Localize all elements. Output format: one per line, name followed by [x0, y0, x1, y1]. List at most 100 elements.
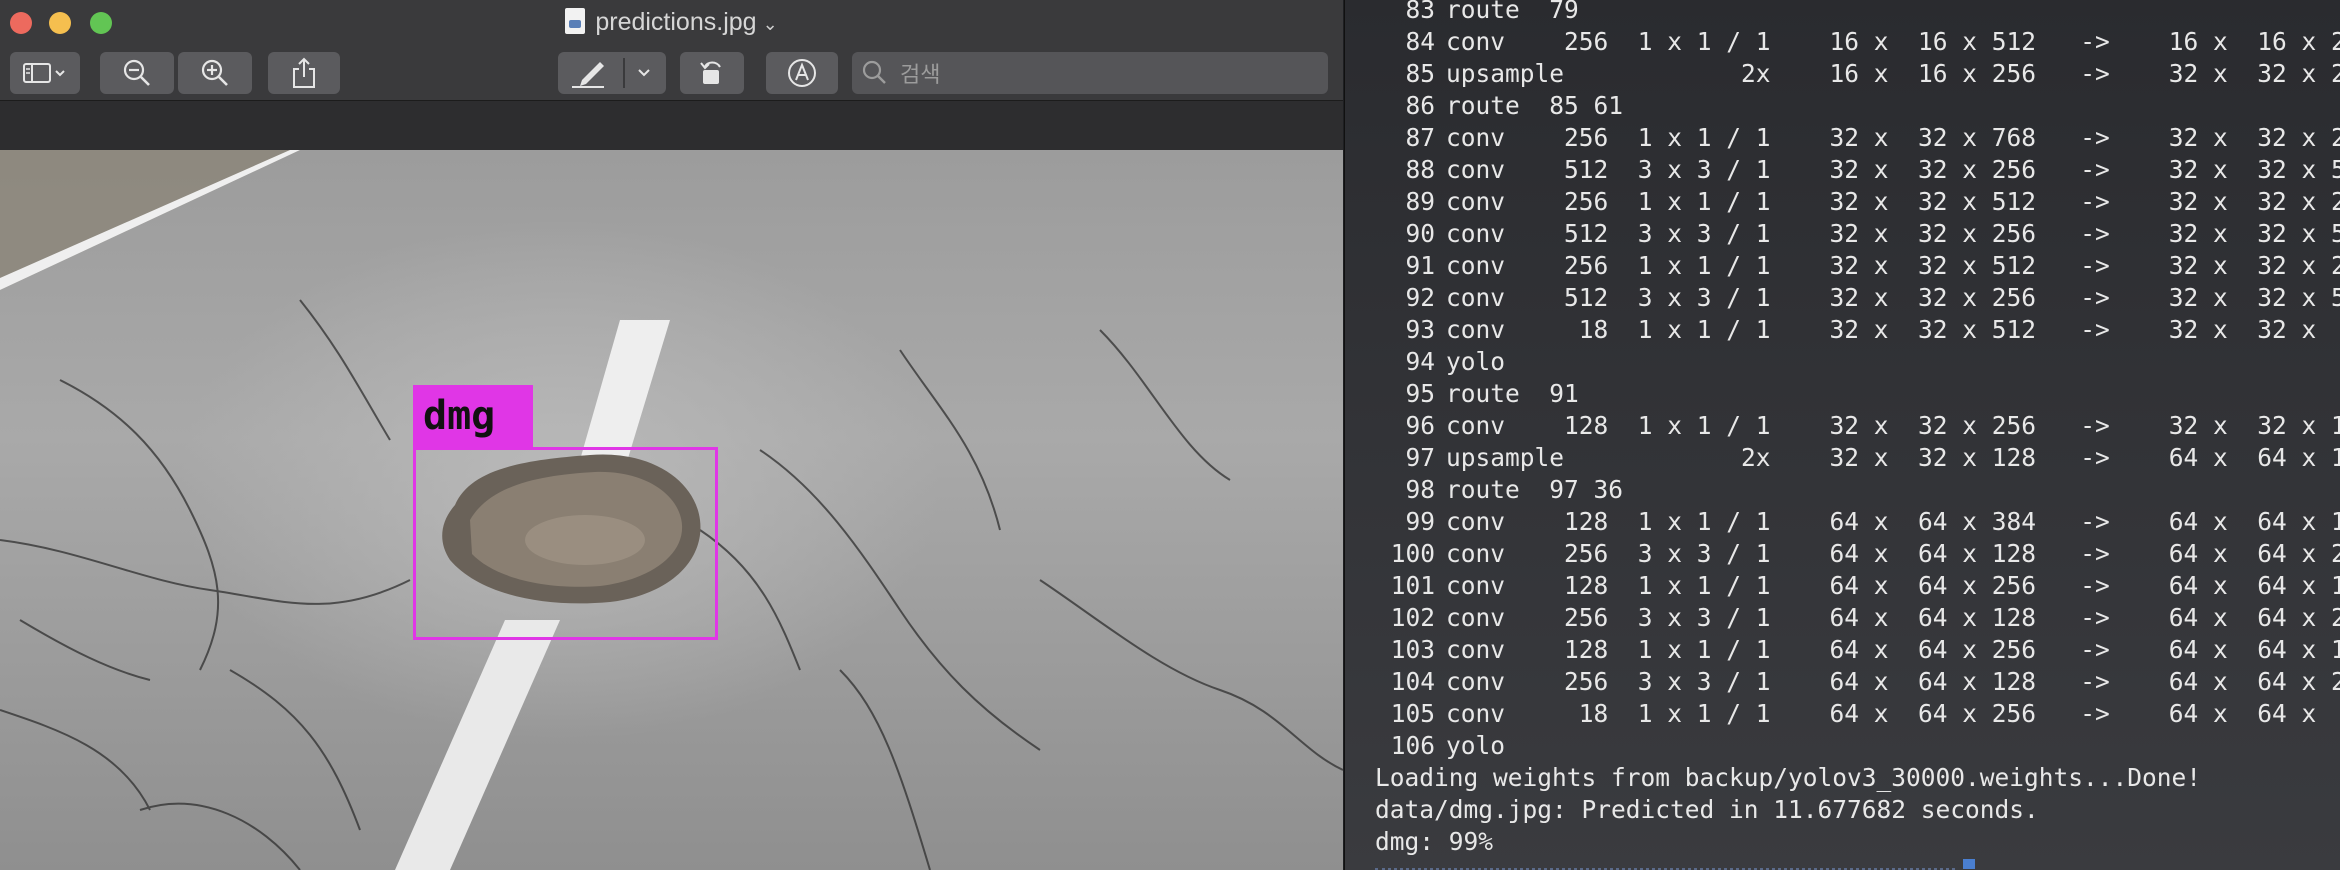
- terminal-window[interactable]: 83 route 79 84 conv 256 1 x 1 / 1 16 x 16 x…: [1344, 0, 2340, 870]
- layer-number: 96: [1405, 411, 1435, 440]
- layer-number: 102: [1390, 603, 1435, 632]
- detection-label: dmg: [413, 385, 533, 447]
- layer-description: conv 256 1 x 1 / 1 32 x 32 x 768 -> 32 x…: [1446, 123, 2340, 152]
- annotate-button[interactable]: [766, 52, 838, 94]
- layer-description: upsample 2x 32 x 32 x 128 -> 64 x 64 x 1…: [1446, 443, 2340, 472]
- search-placeholder: 검색: [900, 63, 941, 88]
- share-icon: [293, 57, 315, 88]
- layer-number: 98: [1405, 475, 1435, 504]
- layer-description: route 91: [1446, 379, 1579, 408]
- layer-description: conv 128 1 x 1 / 1 64 x 64 x 384 -> 64 x…: [1446, 507, 2340, 536]
- terminal-layer-line: 106 yolo: [1345, 730, 2340, 762]
- layer-number: 86: [1405, 91, 1435, 120]
- search-field[interactable]: 검색: [852, 52, 1328, 94]
- layer-description: conv 512 3 x 3 / 1 32 x 32 x 256 -> 32 x…: [1446, 283, 2340, 312]
- layer-description: conv 256 1 x 1 / 1 32 x 32 x 512 -> 32 x…: [1446, 187, 2340, 216]
- layer-number: 94: [1405, 347, 1435, 376]
- terminal-layer-line: 94 yolo: [1345, 346, 2340, 378]
- cursor-icon: [1963, 859, 1975, 869]
- layer-description: yolo: [1446, 347, 1506, 376]
- rotate-button[interactable]: [680, 52, 744, 94]
- layer-number: 106: [1390, 731, 1435, 760]
- toolbar: 검색: [0, 50, 1343, 101]
- terminal-layer-line: 91 conv 256 1 x 1 / 1 32 x 32 x 512 -> 32…: [1345, 250, 2340, 282]
- layer-number: 104: [1390, 667, 1435, 696]
- layer-description: conv 18 1 x 1 / 1 32 x 32 x 512 -> 32 x …: [1446, 315, 2340, 344]
- layer-description: route 85 61: [1446, 91, 1624, 120]
- layer-number: 103: [1390, 635, 1435, 664]
- layer-number: 84: [1405, 27, 1435, 56]
- terminal-layer-line: 101 conv 128 1 x 1 / 1 64 x 64 x 256 -> 6…: [1345, 570, 2340, 602]
- markup-button[interactable]: [558, 52, 666, 94]
- layer-description: conv 512 3 x 3 / 1 32 x 32 x 256 -> 32 x…: [1446, 155, 2340, 184]
- markup-pen-icon: [572, 58, 650, 88]
- terminal-message-line: Loading weights from backup/yolov3_30000…: [1375, 763, 2202, 792]
- terminal-layer-line: 105 conv 18 1 x 1 / 1 64 x 64 x 256 -> 64…: [1345, 698, 2340, 730]
- layer-description: conv 256 1 x 1 / 1 32 x 32 x 512 -> 32 x…: [1446, 251, 2340, 280]
- terminal-layer-line: 102 conv 256 3 x 3 / 1 64 x 64 x 128 -> 6…: [1345, 602, 2340, 634]
- terminal-layer-line: 99 conv 128 1 x 1 / 1 64 x 64 x 384 -> 64…: [1345, 506, 2340, 538]
- layer-number: 97: [1405, 443, 1435, 472]
- terminal-layer-line: 86 route 85 61: [1345, 90, 2340, 122]
- layer-description: conv 18 1 x 1 / 1 64 x 64 x 256 -> 64 x …: [1446, 699, 2340, 728]
- terminal-layer-line: 84 conv 256 1 x 1 / 1 16 x 16 x 512 -> 16…: [1345, 26, 2340, 58]
- terminal-layer-line: 87 conv 256 1 x 1 / 1 32 x 32 x 768 -> 32…: [1345, 122, 2340, 154]
- zoom-in-button[interactable]: [178, 52, 252, 94]
- rotate-icon: [700, 61, 721, 84]
- layer-description: conv 128 1 x 1 / 1 32 x 32 x 256 -> 32 x…: [1446, 411, 2340, 440]
- layer-number: 91: [1405, 251, 1435, 280]
- layer-number: 93: [1405, 315, 1435, 344]
- document-icon: [565, 8, 586, 34]
- layer-number: 87: [1405, 123, 1435, 152]
- layer-description: yolo: [1446, 731, 1506, 760]
- layer-description: conv 512 3 x 3 / 1 32 x 32 x 256 -> 32 x…: [1446, 219, 2340, 248]
- terminal-message-line: data/dmg.jpg: Predicted in 11.677682 sec…: [1375, 795, 2039, 824]
- layer-number: 99: [1405, 507, 1435, 536]
- image-header-strip: [0, 101, 1343, 150]
- terminal-layer-line: 98 route 97 36: [1345, 474, 2340, 506]
- layer-description: route 79: [1446, 0, 1579, 24]
- zoom-out-button[interactable]: [100, 52, 174, 94]
- sidebar-toggle-button[interactable]: [10, 52, 80, 94]
- road-image: dmg: [0, 150, 1343, 870]
- terminal-layer-line: 97 upsample 2x 32 x 32 x 128 -> 64 x 64 x…: [1345, 442, 2340, 474]
- terminal-layer-line: 100 conv 256 3 x 3 / 1 64 x 64 x 128 -> 6…: [1345, 538, 2340, 570]
- terminal-layer-line: 95 route 91: [1345, 378, 2340, 410]
- terminal-prompt: [1375, 859, 2275, 870]
- window-title-text: predictions.jpg: [595, 8, 757, 36]
- layer-description: conv 256 3 x 3 / 1 64 x 64 x 128 -> 64 x…: [1446, 667, 2340, 696]
- layer-number: 90: [1405, 219, 1435, 248]
- terminal-layer-line: 85 upsample 2x 16 x 16 x 256 -> 32 x 32 x…: [1345, 58, 2340, 90]
- share-button[interactable]: [268, 52, 340, 94]
- chevron-down-icon: ⌄: [762, 14, 778, 34]
- sidebar-icon: [23, 63, 65, 83]
- terminal-layer-line: 90 conv 512 3 x 3 / 1 32 x 32 x 256 -> 32…: [1345, 218, 2340, 250]
- layer-description: route 97 36: [1446, 475, 1624, 504]
- title-bar: predictions.jpg ⌄: [0, 0, 1343, 50]
- layer-description: conv 128 1 x 1 / 1 64 x 64 x 256 -> 64 x…: [1446, 571, 2340, 600]
- annotate-icon: [788, 59, 816, 87]
- layer-description: conv 128 1 x 1 / 1 64 x 64 x 256 -> 64 x…: [1446, 635, 2340, 664]
- terminal-layer-line: 92 conv 512 3 x 3 / 1 32 x 32 x 256 -> 32…: [1345, 282, 2340, 314]
- search-icon: [862, 60, 886, 84]
- layer-number: 101: [1390, 571, 1435, 600]
- terminal-layer-line: 89 conv 256 1 x 1 / 1 32 x 32 x 512 -> 32…: [1345, 186, 2340, 218]
- layer-description: conv 256 1 x 1 / 1 16 x 16 x 512 -> 16 x…: [1446, 27, 2340, 56]
- terminal-layer-line: 103 conv 128 1 x 1 / 1 64 x 64 x 256 -> 6…: [1345, 634, 2340, 666]
- window-title[interactable]: predictions.jpg ⌄: [0, 8, 1343, 37]
- terminal-layer-line: 83 route 79: [1345, 0, 2340, 26]
- layer-description: conv 256 3 x 3 / 1 64 x 64 x 128 -> 64 x…: [1446, 603, 2340, 632]
- layer-number: 88: [1405, 155, 1435, 184]
- layer-number: 89: [1405, 187, 1435, 216]
- layer-number: 95: [1405, 379, 1435, 408]
- terminal-layer-line: 93 conv 18 1 x 1 / 1 32 x 32 x 512 -> 32 …: [1345, 314, 2340, 346]
- terminal-layer-line: 104 conv 256 3 x 3 / 1 64 x 64 x 128 -> 6…: [1345, 666, 2340, 698]
- layer-number: 100: [1390, 539, 1435, 568]
- terminal-layer-line: 96 conv 128 1 x 1 / 1 32 x 32 x 256 -> 32…: [1345, 410, 2340, 442]
- layer-number: 83: [1405, 0, 1435, 24]
- detection-bounding-box: [413, 447, 718, 640]
- terminal-message-line: dmg: 99%: [1375, 827, 1494, 856]
- zoom-in-icon: [201, 59, 228, 86]
- layer-description: conv 256 3 x 3 / 1 64 x 64 x 128 -> 64 x…: [1446, 539, 2340, 568]
- layer-number: 92: [1405, 283, 1435, 312]
